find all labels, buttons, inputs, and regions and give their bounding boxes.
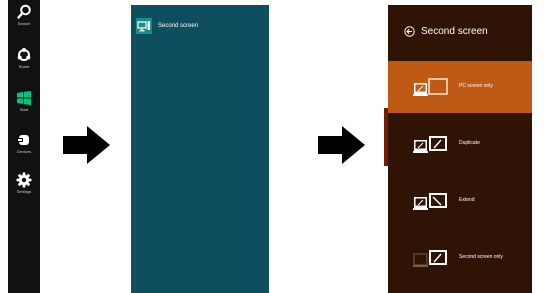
charm-devices[interactable]: Devices [8,132,40,154]
panel-header: Second screen [404,26,488,37]
charm-label: Devices [16,149,32,154]
charm-share[interactable]: Share [8,47,40,69]
option-label: Second screen only [459,254,503,260]
option-label: Duplicate [459,140,480,146]
second-screen-only-icon [413,250,447,267]
charm-settings[interactable]: Settings [8,172,40,194]
option-duplicate[interactable]: Duplicate [388,118,532,170]
charm-label: Start [19,107,29,112]
charm-label: Search [17,21,31,26]
option-label: PC screen only [459,83,493,89]
gear-icon [16,172,32,188]
charm-label: Settings [16,189,32,194]
devices-panel: Second screen [131,5,269,293]
charm-search[interactable]: Search [8,4,40,26]
second-screen-panel: Second screen PC screen only Duplicate E… [388,5,532,293]
device-item-second-screen[interactable]: Second screen [136,16,198,36]
search-icon [17,4,31,19]
second-screen-icon [136,18,152,34]
option-second-screen-only[interactable]: Second screen only [388,232,532,284]
windows-start-icon [17,91,31,105]
panel-title: Second screen [421,26,488,37]
option-extend[interactable]: Extend [388,175,532,227]
charms-bar: Search Share Start Devices Settings [8,0,40,293]
option-label: Extend [459,197,475,203]
option-pc-screen-only[interactable]: PC screen only [388,61,532,113]
right-arrow-icon [318,126,365,164]
pc-screen-only-icon [413,78,448,96]
charm-label: Share [18,64,30,69]
duplicate-icon [413,136,447,153]
right-arrow-icon [63,126,110,164]
back-arrow-icon[interactable] [404,26,415,37]
device-item-label: Second screen [158,23,199,29]
devices-icon [17,135,29,145]
extend-icon [413,193,447,210]
share-icon [17,48,31,61]
charm-start[interactable]: Start [8,90,40,112]
